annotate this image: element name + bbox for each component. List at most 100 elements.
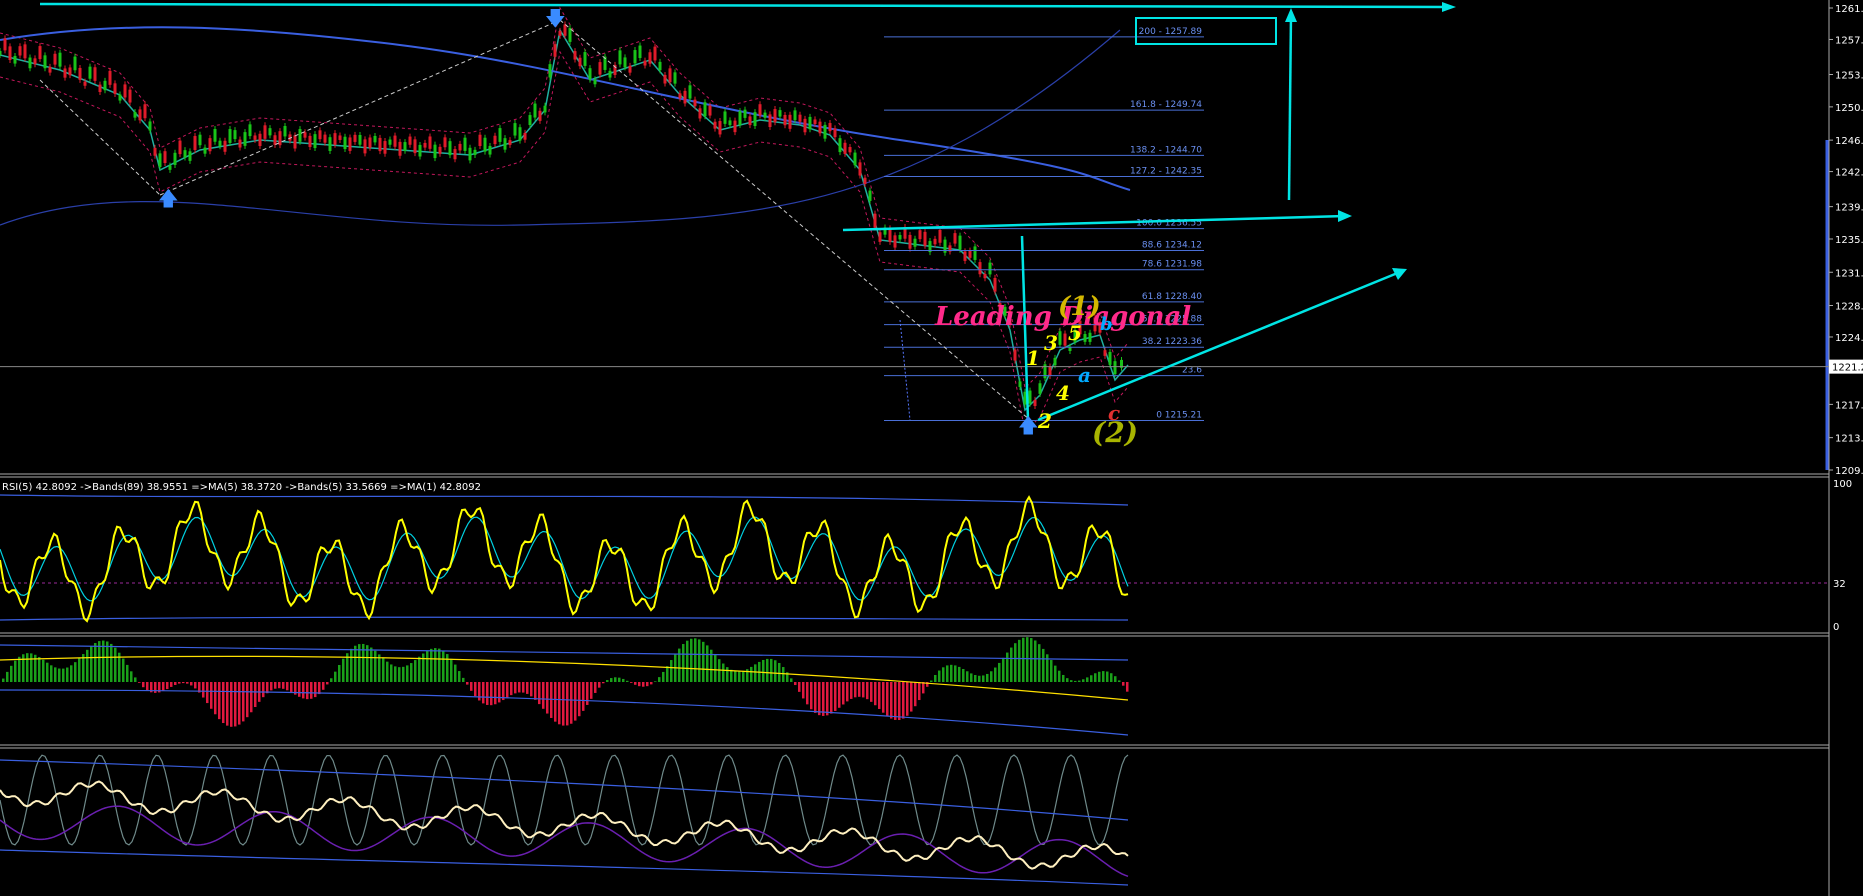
candle-body — [418, 144, 422, 157]
histogram-bar — [790, 678, 793, 682]
dashed-trend-2 — [159, 19, 561, 196]
histogram-bar — [662, 671, 665, 682]
candle-body — [508, 140, 512, 145]
fib-level-label: 127.2 - 1242.35 — [1130, 167, 1202, 177]
histogram-bar — [466, 682, 469, 685]
rsi-line — [0, 495, 1129, 623]
histogram-bar — [594, 682, 597, 693]
histogram-bar — [766, 658, 769, 682]
histogram-bar — [950, 664, 953, 682]
candle-body — [678, 93, 682, 99]
histogram-bar — [938, 670, 941, 682]
histogram-bar — [706, 645, 709, 682]
histogram-bar — [974, 675, 977, 682]
histogram-bar — [490, 682, 493, 706]
histogram-bar — [734, 671, 737, 682]
candle-body — [208, 138, 212, 152]
histogram-bar — [694, 638, 697, 682]
candle-body — [803, 118, 807, 133]
price-tick-label: 1242.9 — [1835, 168, 1863, 179]
candle-body — [748, 116, 752, 126]
histogram-bar — [562, 682, 565, 726]
histogram-bar — [522, 682, 525, 693]
candle-body — [488, 145, 492, 155]
current-price-label: 1221.2 — [1832, 363, 1863, 374]
candle-body — [293, 135, 297, 149]
histogram-bar — [610, 678, 613, 682]
candle-body — [233, 130, 237, 140]
wave-label-4: 4 — [1056, 381, 1070, 405]
histogram-bar — [918, 682, 921, 701]
candle-body — [308, 135, 312, 147]
histogram-bar — [646, 682, 649, 687]
histogram-bar — [1070, 680, 1073, 682]
candle-body — [743, 109, 747, 118]
fib-level-label: 138.2 - 1244.70 — [1130, 145, 1202, 155]
histogram-panel — [0, 637, 1129, 736]
candle-body — [393, 135, 397, 147]
candle-body — [1013, 349, 1017, 361]
candle-body — [1028, 390, 1032, 404]
histogram-bar — [714, 654, 717, 682]
histogram-bar — [446, 654, 449, 682]
histogram-bar — [90, 646, 93, 682]
histogram-bar — [986, 673, 989, 682]
candle-body — [828, 123, 832, 132]
histogram-bar — [754, 664, 757, 682]
histogram-bar — [134, 677, 137, 682]
histogram-bar — [334, 671, 337, 682]
histogram-bar — [518, 682, 521, 693]
histogram-bar — [514, 682, 517, 694]
histogram-bar — [586, 682, 589, 705]
histogram-bar — [394, 666, 397, 682]
rsi-tick-100: 100 — [1833, 479, 1852, 490]
price-tick-label: 1235.4 — [1835, 235, 1863, 246]
histogram-bar — [878, 682, 881, 709]
histogram-bar — [774, 660, 777, 682]
histogram-bar — [242, 682, 245, 722]
histogram-bar — [842, 682, 845, 705]
histogram-bar — [22, 654, 25, 682]
candle-body — [28, 57, 32, 69]
candle-body — [283, 126, 287, 137]
histogram-bar — [982, 675, 985, 682]
histogram-bar — [874, 682, 877, 706]
histogram-bar — [262, 682, 265, 698]
candle-body — [628, 65, 632, 73]
histogram-bar — [342, 658, 345, 682]
histogram-bar — [1078, 680, 1081, 682]
histogram-bar — [1082, 679, 1085, 682]
histogram-bar — [30, 653, 33, 682]
candle-body — [53, 53, 57, 65]
candle-body — [638, 45, 642, 59]
histogram-bar — [218, 682, 221, 720]
histogram-bar — [570, 682, 573, 724]
histogram-bar — [846, 682, 849, 702]
candle-body — [398, 141, 402, 156]
candle-body — [38, 46, 42, 60]
candle-body — [113, 83, 117, 94]
histogram-bar — [1002, 657, 1005, 682]
histogram-bar — [966, 671, 969, 682]
candle-body — [973, 246, 977, 260]
moving-average-line — [0, 27, 1129, 412]
candle-body — [18, 46, 22, 56]
candle-body — [843, 142, 847, 154]
histogram-bar — [942, 667, 945, 682]
candle-body — [598, 62, 602, 75]
histogram-bar — [690, 638, 693, 682]
histogram-bar — [998, 662, 1001, 682]
candle-body — [523, 132, 527, 140]
histogram-bar — [78, 658, 81, 682]
fib-level-label: 38.2 1223.36 — [1142, 337, 1202, 347]
candle-body — [633, 50, 637, 64]
candle-body — [708, 105, 712, 116]
rsi-title: RSI(5) 42.8092 ->Bands(89) 38.9551 =>MA(… — [2, 482, 481, 493]
histogram-bar — [538, 682, 541, 705]
histogram-bar — [798, 682, 801, 692]
histogram-bar — [1090, 675, 1093, 682]
candle-body — [818, 121, 822, 134]
candle-body — [78, 67, 82, 80]
candle-body — [223, 140, 227, 152]
histogram-bar — [866, 682, 869, 700]
